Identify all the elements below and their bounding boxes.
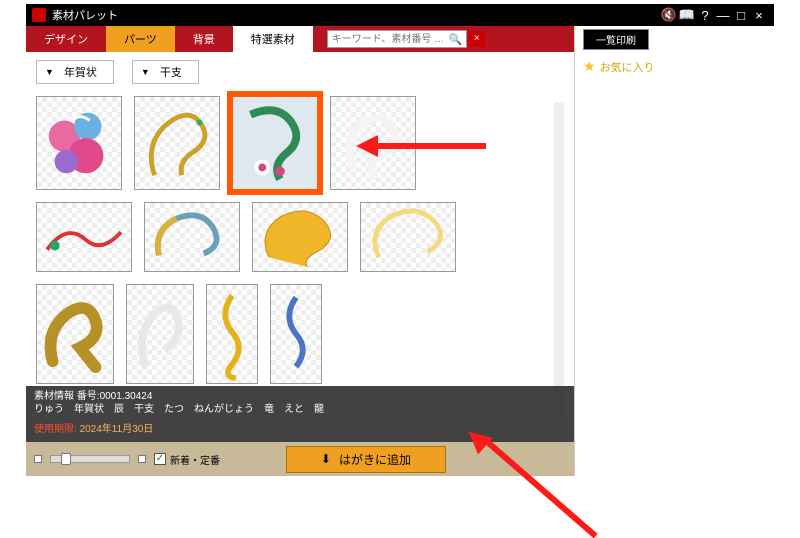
- chevron-down-icon: ▼: [141, 67, 150, 77]
- slider-knob[interactable]: [61, 453, 71, 465]
- info-number: 0001.30424: [100, 391, 153, 402]
- info-expire-date: 2024年11月30日: [80, 424, 154, 435]
- body: ▼ 年賀状 ▼ 干支: [26, 52, 774, 476]
- tab-design[interactable]: デザイン: [26, 26, 106, 52]
- zoom-out-icon[interactable]: [34, 455, 42, 463]
- tab-special[interactable]: 特選素材: [233, 26, 313, 52]
- thumb-12[interactable]: [270, 284, 322, 384]
- favorites-panel: ★ お気に入り: [574, 52, 774, 476]
- add-to-postcard-button[interactable]: ⬇ はがきに追加: [286, 446, 446, 473]
- zoom-slider[interactable]: [50, 455, 130, 463]
- info-tags: りゅう 年賀状 辰 干支 たつ ねんがじょう 竜 えと 龍: [34, 403, 566, 417]
- minimize-button[interactable]: —: [714, 8, 732, 23]
- mute-icon[interactable]: 🔇: [660, 7, 678, 23]
- search-input[interactable]: [327, 30, 467, 48]
- scrollbar[interactable]: [554, 102, 564, 422]
- thumbnail-grid: [26, 92, 516, 384]
- tab-background[interactable]: 背景: [175, 26, 233, 52]
- favorites-header: ★ お気に入り: [583, 58, 766, 75]
- filter-category-label: 年賀状: [64, 64, 97, 80]
- thumb-7[interactable]: [252, 202, 348, 272]
- app-icon: [32, 8, 46, 22]
- print-list-button[interactable]: 一覧印刷: [583, 29, 649, 50]
- thumb-9[interactable]: [36, 284, 114, 384]
- star-icon: ★: [583, 58, 596, 75]
- filter-zodiac-label: 干支: [160, 64, 182, 80]
- search-wrap: 🔍 ×: [327, 26, 485, 52]
- close-button[interactable]: ×: [750, 8, 768, 23]
- material-info-overlay: 素材情報 番号:0001.30424 りゅう 年賀状 辰 干支 たつ ねんがじょ…: [26, 386, 574, 443]
- search-clear-button[interactable]: ×: [469, 31, 485, 47]
- tab-parts[interactable]: パーツ: [106, 26, 175, 52]
- chevron-down-icon: ▼: [45, 67, 54, 77]
- checkbox-icon: ✓: [154, 453, 166, 465]
- help-icon[interactable]: ?: [696, 8, 714, 23]
- thumb-8[interactable]: [360, 202, 456, 272]
- new-standard-checkbox[interactable]: ✓ 新着・定番: [154, 452, 220, 467]
- filters: ▼ 年賀状 ▼ 干支: [26, 52, 574, 92]
- filter-zodiac[interactable]: ▼ 干支: [132, 60, 199, 84]
- filter-category[interactable]: ▼ 年賀状: [36, 60, 114, 84]
- info-expire-label: 使用期限:: [34, 424, 77, 435]
- download-icon: ⬇: [321, 452, 331, 466]
- book-icon[interactable]: 📖: [678, 7, 696, 23]
- titlebar: 素材パレット 🔇 📖 ? — □ ×: [26, 4, 774, 26]
- thumb-4[interactable]: [330, 96, 416, 190]
- checkbox-label: 新着・定番: [170, 452, 220, 467]
- thumb-6[interactable]: [144, 202, 240, 272]
- thumb-2[interactable]: [134, 96, 220, 190]
- zoom-in-icon[interactable]: [138, 455, 146, 463]
- thumb-11[interactable]: [206, 284, 258, 384]
- bottom-bar: ✓ 新着・定番 ⬇ はがきに追加: [26, 442, 574, 476]
- favorites-title: お気に入り: [600, 59, 655, 75]
- toolbar: デザイン パーツ 背景 特選素材 🔍 × 一覧印刷: [26, 26, 774, 52]
- maximize-button[interactable]: □: [732, 8, 750, 23]
- thumb-1[interactable]: [36, 96, 122, 190]
- info-number-label: 素材情報 番号:: [34, 391, 100, 402]
- thumb-10[interactable]: [126, 284, 194, 384]
- material-palette-window: 素材パレット 🔇 📖 ? — □ × デザイン パーツ 背景 特選素材 🔍 × …: [26, 4, 774, 476]
- thumb-3-selected[interactable]: [232, 96, 318, 190]
- material-panel: ▼ 年賀状 ▼ 干支: [26, 52, 574, 476]
- thumb-5[interactable]: [36, 202, 132, 272]
- add-button-label: はがきに追加: [339, 451, 411, 468]
- window-title: 素材パレット: [52, 7, 118, 23]
